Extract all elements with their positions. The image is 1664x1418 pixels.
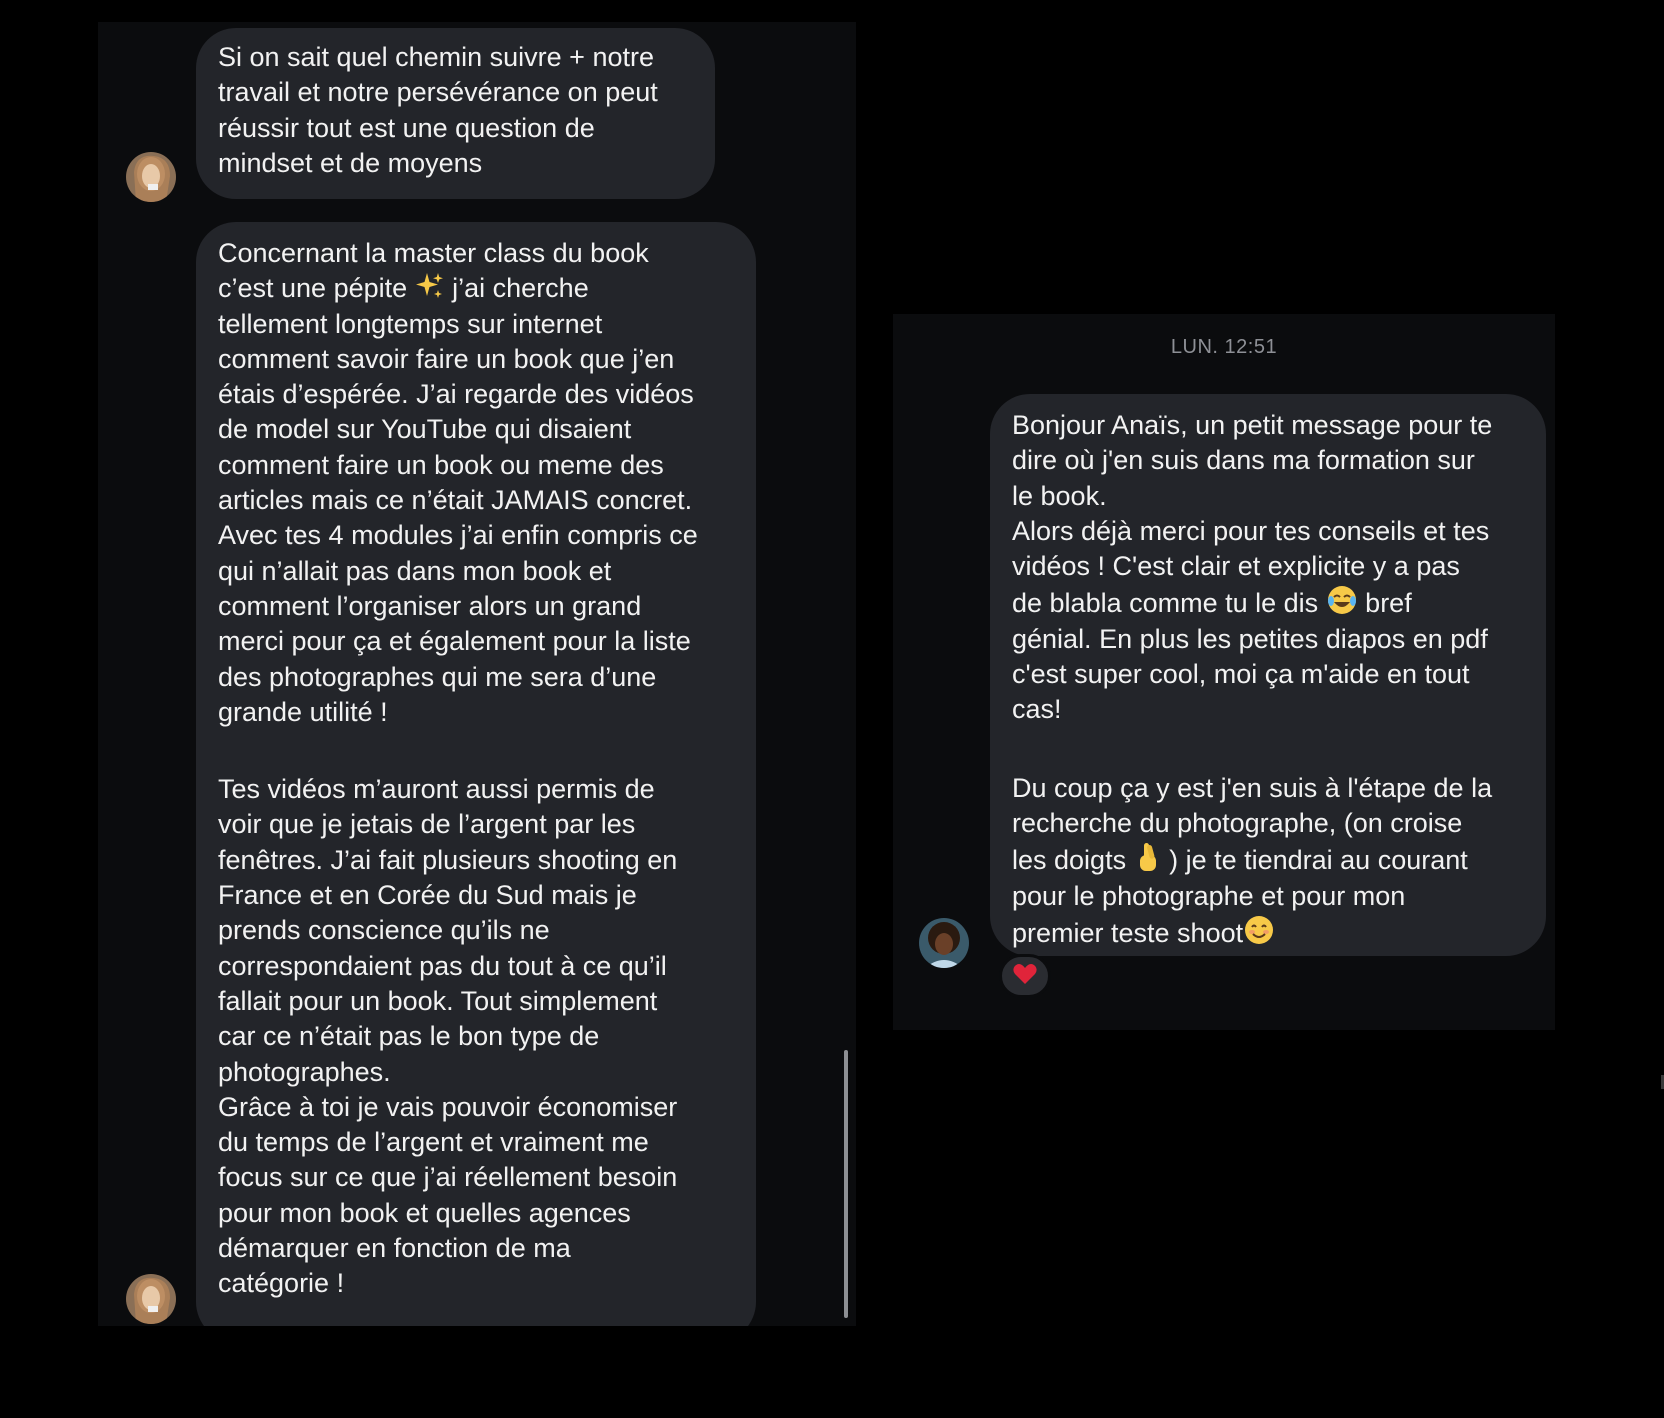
message-text-part: j’ai cherche tellement longtemps sur int…: [218, 273, 698, 727]
message-bubble-received[interactable]: Si on sait quel chemin suivre + notre tr…: [196, 28, 715, 199]
message-bubble-received[interactable]: Bonjour Anaïs, un petit message pour te …: [990, 394, 1546, 956]
conversation-panel-right: LUN. 12:51 Bonjour Anaïs, un petit messa…: [893, 314, 1555, 1030]
message-bubble-received[interactable]: Concernant la master class du book c’est…: [196, 222, 756, 1326]
heart-icon: [1012, 962, 1038, 991]
reaction-badge[interactable]: [999, 954, 1051, 998]
smiling-face-icon: [1243, 914, 1275, 946]
message-text: Du coup ça y est j'en suis à l'étape de …: [1012, 771, 1524, 951]
avatar[interactable]: [126, 1274, 176, 1324]
message-text: Concernant la master class du book c’est…: [218, 236, 734, 730]
message-text: Bonjour Anaïs, un petit message pour te …: [1012, 408, 1524, 728]
face-with-tears-of-joy-icon: [1326, 584, 1358, 616]
message-text: Si on sait quel chemin suivre + notre tr…: [218, 42, 658, 178]
message-text-part: Bonjour Anaïs, un petit message pour te …: [1012, 410, 1493, 619]
crossed-fingers-icon: [1134, 841, 1162, 873]
scrollbar[interactable]: [844, 1050, 848, 1318]
message-timestamp: LUN. 12:51: [1170, 336, 1278, 358]
message-text: Tes vidéos m’auront aussi permis de voir…: [218, 774, 678, 1299]
avatar[interactable]: [919, 918, 969, 968]
avatar[interactable]: [126, 152, 176, 202]
sparkles-icon: [415, 271, 445, 301]
conversation-panel-left: Si on sait quel chemin suivre + notre tr…: [98, 22, 856, 1326]
